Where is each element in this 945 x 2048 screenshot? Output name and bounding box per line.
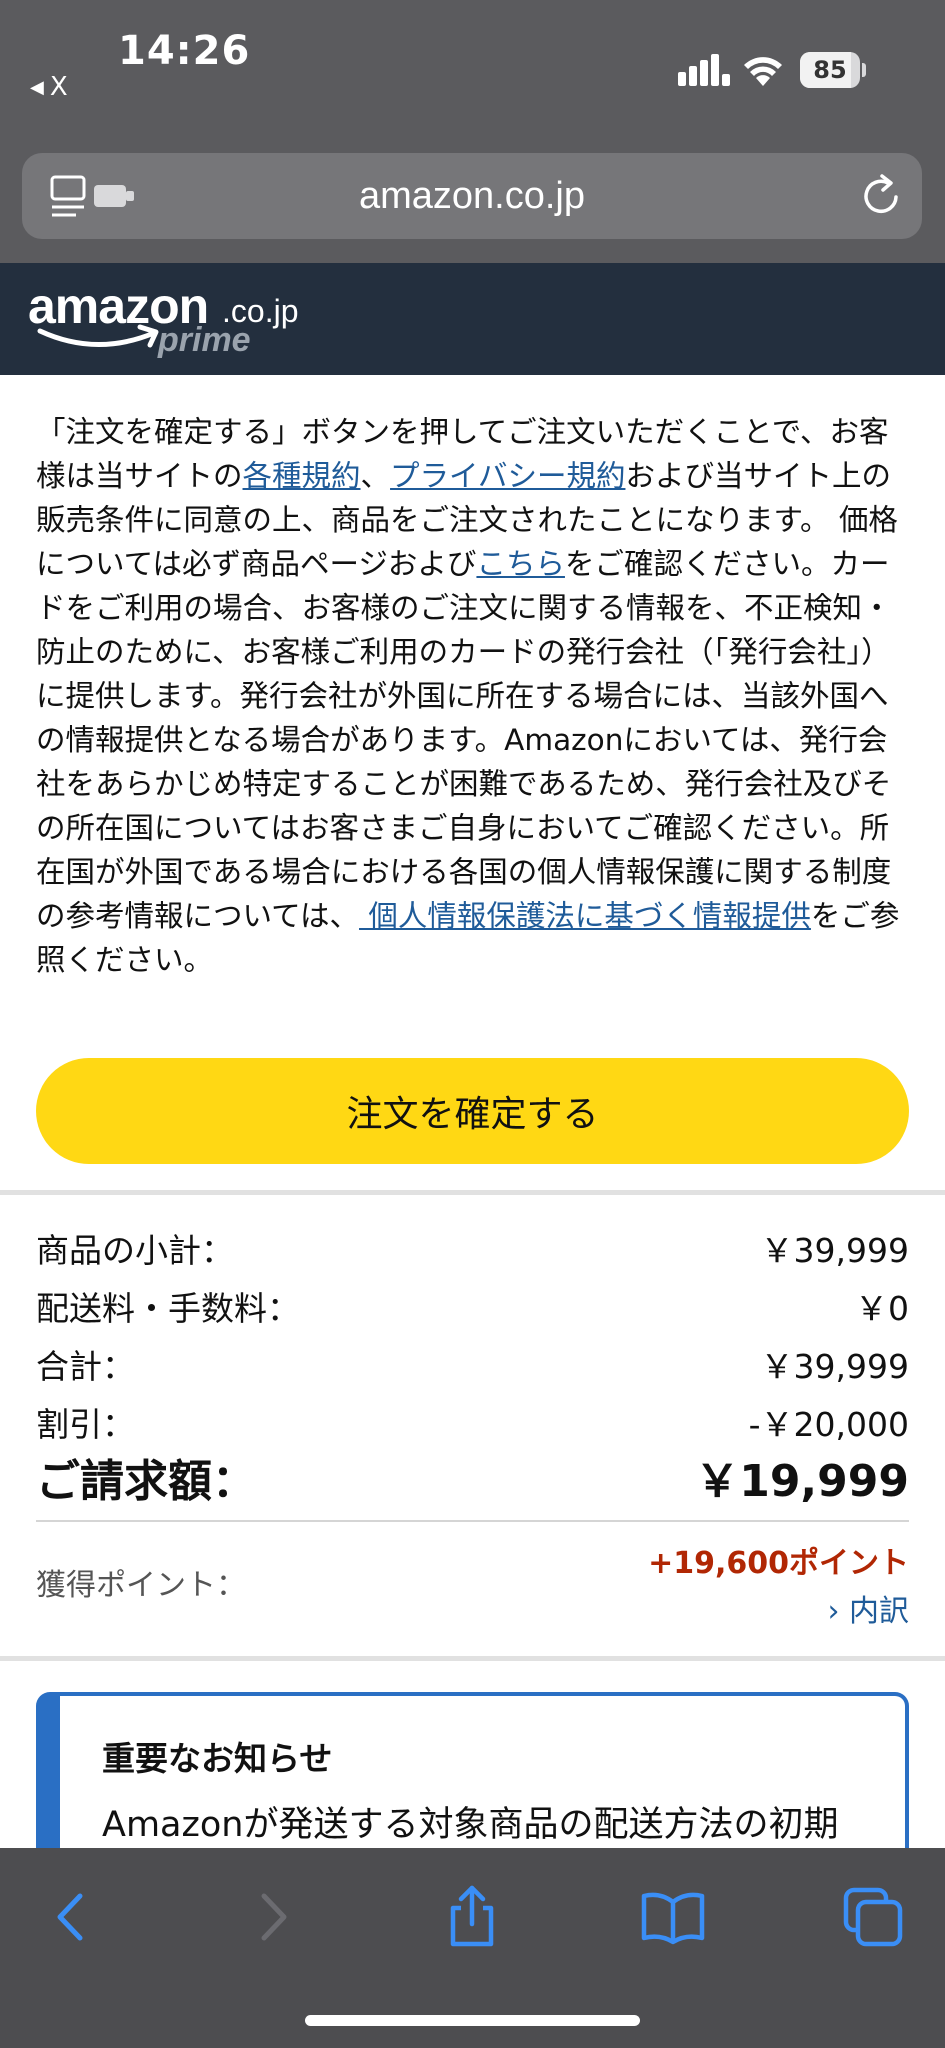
reload-icon[interactable] — [858, 173, 904, 219]
billing-row: ご請求額： ￥19,999 — [36, 1452, 909, 1512]
points-breakdown-link[interactable]: › 内訳 — [827, 1586, 909, 1630]
billing-label: ご請求額： — [36, 1456, 256, 1507]
notice-body: Amazonが発送する対象商品の配送方法の初期 — [102, 1805, 839, 1845]
personal-info-link[interactable]: 個人情報保護法に基づく情報提供 — [359, 899, 811, 933]
status-bar: 14:26 ◀ X 85 — [0, 0, 945, 140]
book-icon[interactable] — [638, 1882, 708, 1952]
billing-value: ￥19,999 — [695, 1456, 909, 1507]
address-bar[interactable]: amazon.co.jp — [22, 153, 922, 239]
battery-indicator: 85 — [800, 52, 866, 88]
tabs-icon[interactable] — [838, 1882, 908, 1952]
shipping-row: 配送料・手数料： ￥0 — [36, 1284, 909, 1334]
subtotal-row: 商品の小計： ￥39,999 — [36, 1226, 909, 1276]
back-triangle-icon: ◀ — [30, 76, 44, 98]
cellular-signal-icon — [678, 54, 730, 86]
browser-toolbar — [0, 1848, 945, 2048]
shipping-value: ￥0 — [855, 1289, 909, 1328]
battery-nub — [862, 63, 866, 77]
notice-title: 重要なお知らせ — [102, 1739, 333, 1778]
terms-link[interactable]: 各種規約 — [243, 459, 361, 493]
url-text[interactable]: amazon.co.jp — [22, 153, 922, 239]
subtotal-label: 商品の小計： — [36, 1231, 234, 1270]
subtotal-value: ￥39,999 — [760, 1231, 909, 1270]
shipping-label: 配送料・手数料： — [36, 1289, 300, 1328]
discount-row: 割引： -￥20,000 — [36, 1400, 909, 1450]
browser-top-bar: amazon.co.jp — [0, 140, 945, 263]
privacy-link[interactable]: プライバシー規約 — [390, 459, 625, 493]
amazon-smile-icon — [37, 324, 159, 348]
price-info-link[interactable]: こちら — [476, 547, 565, 581]
legal-text-4: をご確認ください。カードをご利用の場合、お客様のご注文に関する情報を、不正検知・… — [36, 547, 892, 933]
home-indicator — [305, 2015, 640, 2026]
section-divider — [0, 1656, 945, 1661]
summary-divider — [36, 1520, 909, 1522]
points-label: 獲得ポイント： — [36, 1568, 246, 1603]
legal-text-2: 、 — [360, 459, 391, 493]
battery-body: 85 — [800, 52, 860, 88]
logo-prime: prime — [158, 321, 251, 359]
discount-label: 割引： — [36, 1405, 135, 1444]
battery-percent: 85 — [813, 56, 847, 84]
status-time: 14:26 — [118, 28, 251, 74]
place-order-button[interactable]: 注文を確定する — [36, 1058, 909, 1164]
section-divider — [0, 1190, 945, 1195]
legal-notice: 「注文を確定する」ボタンを押してご注文いただくことで、お客様は当サイトの各種規約… — [36, 410, 914, 982]
total-row: 合計： ￥39,999 — [36, 1342, 909, 1392]
chevron-left-icon[interactable] — [36, 1882, 106, 1952]
back-app-label: X — [49, 72, 68, 102]
chevron-right-icon[interactable] — [238, 1882, 308, 1952]
points-value: +19,600ポイント — [648, 1546, 909, 1581]
total-label: 合計： — [36, 1347, 135, 1386]
total-value: ￥39,999 — [760, 1347, 909, 1386]
wifi-icon — [744, 57, 782, 86]
back-to-app[interactable]: ◀ X — [30, 72, 68, 102]
share-icon[interactable] — [437, 1882, 507, 1952]
discount-value: -￥20,000 — [748, 1405, 909, 1444]
amazon-header: amazon .co.jp prime — [0, 263, 945, 375]
amazon-prime-logo[interactable]: amazon .co.jp prime — [28, 277, 328, 367]
